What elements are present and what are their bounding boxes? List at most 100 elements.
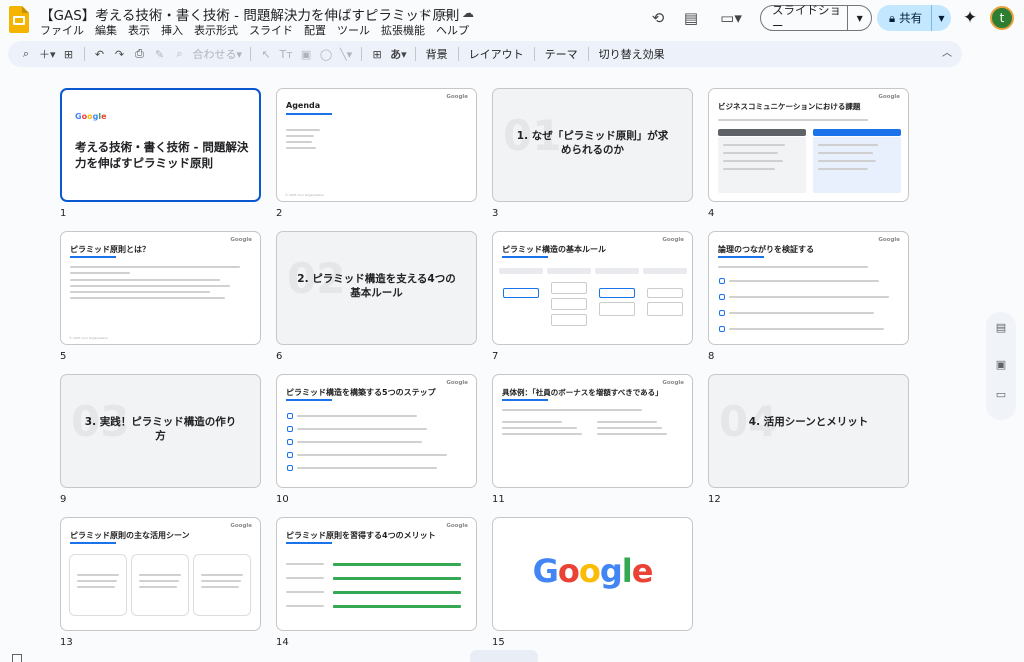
slide-thumbnail[interactable]: Google 考える技術・書く技術 - 問題解決力を伸ばすピラミッド原則	[60, 88, 261, 202]
undo-icon[interactable]: ↶	[90, 44, 110, 64]
menu-insert[interactable]: 挿入	[161, 22, 183, 38]
filmstrip-icon[interactable]	[12, 654, 22, 662]
lock-icon: 🔒︎	[889, 10, 896, 25]
slide-number: 14	[276, 637, 289, 648]
slide-title: ピラミッド原則を習得する4つのメリット	[286, 531, 436, 540]
slide-title: ビジネスコミュニケーションにおける課題	[718, 102, 861, 111]
slide-number: 13	[60, 637, 73, 648]
zoom-bar[interactable]	[470, 650, 538, 662]
slide-number: 1	[60, 208, 67, 219]
chevron-down-icon[interactable]: ▼	[847, 6, 871, 30]
share-button[interactable]: 🔒︎ 共有 ▼	[877, 5, 951, 31]
chevron-down-icon[interactable]: ▼	[931, 5, 951, 31]
slide-thumbnail[interactable]: Google ビジネスコミュニケーションにおける課題	[708, 88, 909, 202]
theme-button[interactable]: テーマ	[540, 44, 583, 64]
slide-number: 6	[276, 351, 283, 362]
slide-title: 論理のつながりを検証する	[718, 245, 814, 254]
slide-title: ピラミッド構造を構築する5つのステップ	[286, 388, 436, 397]
menu-format[interactable]: 表示形式	[194, 22, 238, 38]
menu-slide[interactable]: スライド	[249, 22, 293, 38]
share-label: 共有	[899, 11, 923, 25]
star-icon[interactable]: ☆	[416, 5, 432, 21]
layout-button[interactable]: レイアウト	[464, 44, 529, 64]
slide-number: 11	[492, 494, 505, 505]
new-slide-icon[interactable]: ＋▾	[36, 44, 59, 64]
google-logo: Google	[532, 552, 654, 590]
slide-thumbnail[interactable]: Google ピラミッド原則を習得する4つのメリット	[276, 517, 477, 631]
slideshow-label: スライドショー	[772, 3, 841, 33]
slideshow-button[interactable]: スライドショー ▼	[760, 3, 872, 33]
slide-title: 具体例：「社員のボーナスを増額すべきである」	[502, 388, 663, 397]
print-icon[interactable]: ⎙	[130, 44, 150, 64]
line-icon[interactable]: ╲▾	[336, 44, 356, 64]
slide-thumbnail[interactable]: 03 3. 実践！ピラミッド構造の作り方	[60, 374, 261, 488]
select-icon[interactable]: ↖	[256, 44, 276, 64]
slide-thumbnail[interactable]: Google 論理のつながりを検証する	[708, 231, 909, 345]
gemini-icon[interactable]: ✦	[960, 5, 980, 31]
menu-bar: ファイル 編集 表示 挿入 表示形式 スライド 配置 ツール 拡張機能 ヘルプ	[40, 22, 469, 38]
slide-title: 考える技術・書く技術 - 問題解決力を伸ばすピラミッド原則	[75, 140, 249, 170]
slide-thumbnail[interactable]: Google ピラミッド原則の主な活用シーン	[60, 517, 261, 631]
shape-icon[interactable]: ◯	[316, 44, 336, 64]
slide-title: ピラミッド原則とは？	[70, 245, 150, 254]
slide-thumbnail[interactable]: Google 具体例：「社員のボーナスを増額すべきである」	[492, 374, 693, 488]
zoom-icon[interactable]: ⌕	[170, 44, 190, 64]
title-bar: 【GAS】考える技術・書く技術 - 問題解決力を伸ばすピラミッド原則 ☆ ▭ ☁…	[0, 0, 1024, 40]
search-icon[interactable]: ⌕	[16, 44, 36, 64]
background-button[interactable]: 背景	[421, 44, 453, 64]
menu-extensions[interactable]: 拡張機能	[381, 22, 425, 38]
slide-thumbnail[interactable]: Google ピラミッド構造を構築する5つのステップ	[276, 374, 477, 488]
paint-format-icon[interactable]: ✎	[150, 44, 170, 64]
avatar[interactable]: t	[990, 6, 1014, 30]
menu-help[interactable]: ヘルプ	[436, 22, 469, 38]
slide-number: 9	[60, 494, 67, 505]
slide-number: 5	[60, 351, 67, 362]
transition-button[interactable]: 切り替え効果	[594, 44, 670, 64]
slide-title: ピラミッド原則の主な活用シーン	[70, 531, 190, 540]
image-icon[interactable]: ▣	[296, 44, 316, 64]
slide-thumbnail[interactable]: 04 4. 活用シーンとメリット	[708, 374, 909, 488]
slide-title: Agenda	[286, 101, 321, 110]
slide-title: 4. 活用シーンとメリット	[748, 416, 869, 428]
text-box-icon[interactable]: Tт	[276, 44, 296, 64]
slide-thumbnail[interactable]: Google	[492, 517, 693, 631]
slide-thumbnail[interactable]: Google Agenda © 2025 Your Organization	[276, 88, 477, 202]
slide-number: 10	[276, 494, 289, 505]
slide-thumbnail[interactable]: Google ピラミッド原則とは？ © 2025 Your Organizati…	[60, 231, 261, 345]
slide-number: 7	[492, 351, 499, 362]
menu-tools[interactable]: ツール	[337, 22, 370, 38]
image-panel-icon[interactable]: ▣	[986, 358, 1016, 371]
toolbar: ⌕ ＋▾ ⊞ ↶ ↷ ⎙ ✎ ⌕ 合わせる ▾ ↖ Tт ▣ ◯ ╲▾ ⊞ あ ▾ …	[8, 41, 962, 67]
slide-title: 3. 実践！ピラミッド構造の作り方	[84, 416, 237, 443]
import-icon[interactable]: ⊞	[59, 44, 79, 64]
version-history-icon[interactable]: ⟲	[644, 5, 672, 31]
slides-logo-icon[interactable]	[9, 6, 29, 33]
slide-title: ピラミッド構造の基本ルール	[502, 245, 606, 254]
meet-icon[interactable]: ▭▾	[712, 5, 750, 31]
slide-thumbnail[interactable]: Google ピラミッド構造の基本ルール	[492, 231, 693, 345]
menu-file[interactable]: ファイル	[40, 22, 84, 38]
chevron-up-icon[interactable]: ︿	[942, 44, 952, 59]
slide-thumbnail[interactable]: 02 2. ピラミッド構造を支える4つの基本ルール	[276, 231, 477, 345]
menu-view[interactable]: 表示	[128, 22, 150, 38]
slide-number: 15	[492, 637, 505, 648]
slide-thumbnail[interactable]: 01 1. なぜ「ピラミッド原則」が求められるのか	[492, 88, 693, 202]
slide-number: 4	[708, 208, 715, 219]
text-style-select[interactable]: あ ▾	[387, 44, 410, 64]
slide-number: 3	[492, 208, 499, 219]
folder-icon[interactable]: ▭	[986, 388, 1016, 401]
zoom-select[interactable]: 合わせる ▾	[190, 44, 246, 64]
notes-icon[interactable]: ▤	[986, 321, 1016, 334]
slide-number: 12	[708, 494, 721, 505]
document-title[interactable]: 【GAS】考える技術・書く技術 - 問題解決力を伸ばすピラミッド原則	[40, 4, 459, 24]
comment-add-icon[interactable]: ⊞	[367, 44, 387, 64]
redo-icon[interactable]: ↷	[110, 44, 130, 64]
cloud-status-icon[interactable]: ☁	[460, 5, 476, 21]
slide-number: 2	[276, 208, 283, 219]
comments-icon[interactable]: ▤	[677, 5, 705, 31]
slide-number: 8	[708, 351, 715, 362]
menu-arrange[interactable]: 配置	[304, 22, 326, 38]
google-logo: Google	[75, 112, 107, 121]
move-folder-icon[interactable]: ▭	[438, 5, 454, 21]
menu-edit[interactable]: 編集	[95, 22, 117, 38]
